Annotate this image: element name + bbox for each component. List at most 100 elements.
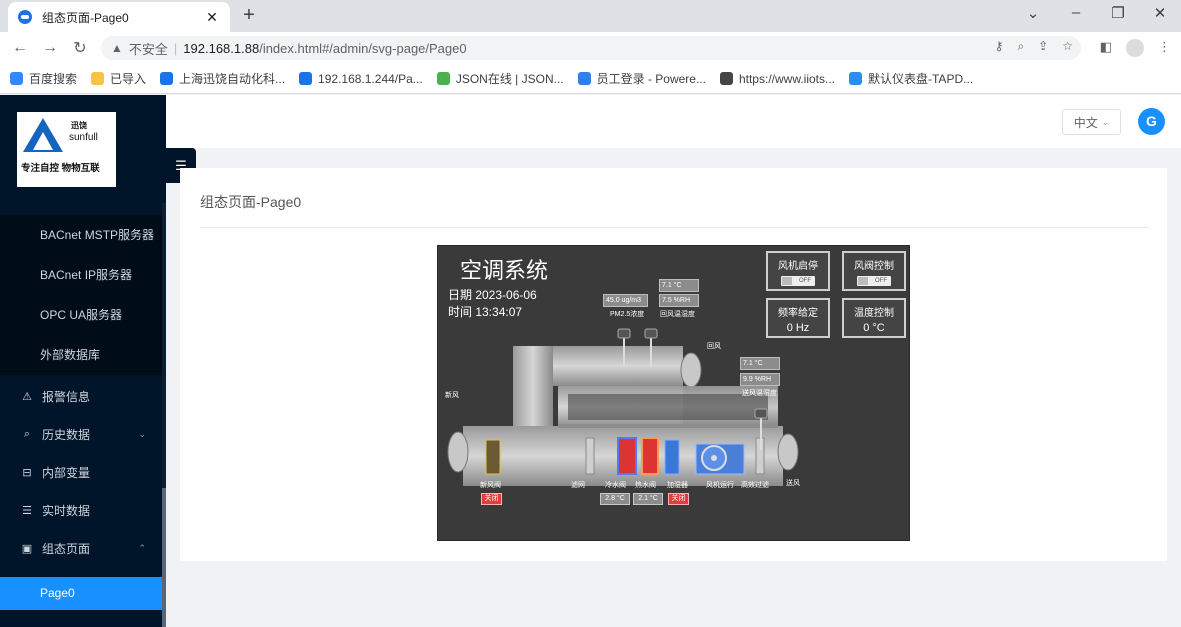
warning-icon: ▲ xyxy=(111,41,123,55)
restore-icon[interactable]: ❐ xyxy=(1108,4,1128,22)
bookmark-favicon-icon xyxy=(299,72,313,85)
bookmark-item[interactable]: 默认仪表盘-TAPD... xyxy=(849,70,973,87)
bookmark-label: 百度搜索 xyxy=(29,72,78,86)
url-host: 192.168.1.88 xyxy=(183,40,260,56)
sidepanel-icon[interactable]: ◧ xyxy=(1100,39,1112,57)
browser-toolbar: ← → ↻ ▲ 不安全 | 192.168.1.88 /index.html#/… xyxy=(0,32,1181,64)
bookmark-favicon-icon xyxy=(436,72,450,85)
bookmark-label: 上海迅饶自动化科... xyxy=(179,72,286,86)
menu-icon[interactable]: ⋮ xyxy=(1158,39,1171,57)
chevron-down-icon: ⌄ xyxy=(1101,116,1110,127)
minimize-icon[interactable]: – xyxy=(1066,4,1086,21)
sidebar: 迅饶 sunfull 专注自控 物物互联 BACnet MSTP服务器 BACn… xyxy=(0,95,166,627)
fan-start-stop-control[interactable]: 风机启停 OFF xyxy=(766,251,830,291)
scada-time: 时间 13:34:07 xyxy=(448,305,523,319)
supply-duct-label: 送风 xyxy=(786,480,800,487)
return-sensor-icon xyxy=(644,328,658,339)
cold-valve-label: 冷水阀 xyxy=(605,482,626,489)
window-close-icon[interactable]: ✕ xyxy=(1150,4,1170,22)
sidebar-item-opc-ua[interactable]: OPC UA服务器 xyxy=(0,295,162,335)
sidebar-item-label: 历史数据 xyxy=(42,427,91,442)
filter-icon xyxy=(585,437,595,475)
hot-valve-label: 热水阀 xyxy=(635,482,656,489)
url-path: /index.html#/admin/svg-page/Page0 xyxy=(259,40,467,56)
return-humidity-readout: 7.5 %RH xyxy=(659,294,699,307)
sidebar-item-realtime[interactable]: ☰ 实时数据 xyxy=(0,491,162,529)
app-header: 中文 ⌄ G xyxy=(166,95,1181,148)
key-icon[interactable]: ⚷ xyxy=(995,39,1004,54)
sidebar-item-label: 实时数据 xyxy=(42,503,91,518)
logo-cn: 迅饶 xyxy=(71,121,87,130)
freq-setpoint-control[interactable]: 频率给定 0 Hz xyxy=(766,298,830,338)
sidebar-scrollbar-thumb[interactable] xyxy=(162,488,166,627)
sidebar-item-label: 内部变量 xyxy=(42,465,91,480)
bookmark-item[interactable]: 百度搜索 xyxy=(10,70,77,87)
damper-toggle[interactable]: OFF xyxy=(857,276,891,286)
bookmark-favicon-icon xyxy=(10,72,23,85)
sidebar-item-internal-vars[interactable]: ⊟ 内部变量 xyxy=(0,453,162,491)
cold-valve-temp: 2.8 °C xyxy=(600,493,630,505)
zoom-icon[interactable]: ⌕ xyxy=(1017,39,1024,54)
back-icon[interactable]: ← xyxy=(5,39,35,57)
return-duct-label: 回风 xyxy=(707,343,721,350)
return-temp-readout: 7.1 °C xyxy=(659,279,699,292)
hot-valve-temp: 2.1 °C xyxy=(633,493,663,505)
fresh-damper-icon xyxy=(485,439,501,475)
freq-value: 0 Hz xyxy=(786,322,810,334)
sidebar-item-page0[interactable]: Page0 xyxy=(0,577,162,610)
sidebar-item-bacnet-ip[interactable]: BACnet IP服务器 xyxy=(0,255,162,295)
sidebar-item-external-db[interactable]: 外部数据库 xyxy=(0,335,162,375)
pm25-readout: 45.0 ug/m3 xyxy=(603,294,648,307)
sidebar-item-history[interactable]: ⌕ 历史数据 ⌄ xyxy=(0,415,162,453)
sidebar-item-svg-pages[interactable]: ▣ 组态页面 ⌃ xyxy=(0,529,162,567)
humidifier-label: 加湿器 xyxy=(667,482,688,489)
bookmark-item[interactable]: 上海迅饶自动化科... xyxy=(160,70,285,87)
tab-close-icon[interactable]: ✕ xyxy=(204,9,220,26)
user-avatar-button[interactable]: G xyxy=(1138,108,1165,135)
language-select[interactable]: 中文 ⌄ xyxy=(1062,109,1121,135)
damper-control[interactable]: 风阀控制 OFF xyxy=(842,251,906,291)
bookmark-favicon-icon xyxy=(160,72,174,85)
toolbar-right: ◧ ⋮ xyxy=(1100,39,1171,57)
supply-sensor-icon xyxy=(754,408,768,419)
bookmark-label: 默认仪表盘-TAPD... xyxy=(868,72,974,86)
tab-search-icon[interactable]: ⌄ xyxy=(1023,4,1043,22)
bookmarks-bar: 百度搜索 已导入 上海迅饶自动化科... 192.168.1.244/Pa... JSO… xyxy=(0,64,1181,94)
temp-control[interactable]: 温度控制 0 °C xyxy=(842,298,906,338)
bookmark-item[interactable]: 192.168.1.244/Pa... xyxy=(299,72,423,86)
filter-label: 滤网 xyxy=(571,482,585,489)
share-icon[interactable]: ⇪ xyxy=(1038,39,1048,54)
sidebar-item-alarms[interactable]: ⚠ 报警信息 xyxy=(0,377,162,415)
bookmark-label: 已导入 xyxy=(110,72,147,86)
cold-coil-icon xyxy=(617,437,637,475)
box-icon: ⊟ xyxy=(22,466,32,479)
new-tab-button[interactable]: + xyxy=(238,4,260,27)
star-icon[interactable]: ☆ xyxy=(1062,39,1073,54)
fresh-damper-label: 新风阀 xyxy=(480,482,501,489)
submenu: BACnet MSTP服务器 BACnet IP服务器 OPC UA服务器 外部… xyxy=(0,215,162,375)
sidebar-item-bacnet-mstp[interactable]: BACnet MSTP服务器 xyxy=(0,215,162,255)
bookmark-item[interactable]: https://www.iiots... xyxy=(719,72,835,86)
main-menu: ⚠ 报警信息 ⌕ 历史数据 ⌄ ⊟ 内部变量 ☰ 实时数据 ▣ 组态页面 ⌃ xyxy=(0,377,162,567)
tab-title: 组态页面-Page0 xyxy=(42,10,129,25)
hepa-label: 高效过滤 xyxy=(741,482,769,489)
language-value: 中文 xyxy=(1073,115,1098,130)
bookmark-label: JSON在线 | JSON... xyxy=(455,72,564,86)
forward-icon[interactable]: → xyxy=(35,39,65,57)
bookmark-item[interactable]: 员工登录 - Powere... xyxy=(577,70,706,87)
browser-tab-strip: 组态页面-Page0 ✕ + ⌄ – ❐ ✕ xyxy=(0,0,1181,32)
site-favicon-icon xyxy=(18,10,32,24)
address-bar[interactable]: ▲ 不安全 | 192.168.1.88 /index.html#/admin/… xyxy=(101,36,1081,60)
list-icon: ☰ xyxy=(22,504,32,517)
bookmark-item[interactable]: 已导入 xyxy=(91,70,146,87)
fan-run-label: 风机运行 xyxy=(706,482,734,489)
bookmark-item[interactable]: JSON在线 | JSON... xyxy=(436,70,564,87)
reload-icon[interactable]: ↻ xyxy=(65,38,95,58)
profile-icon[interactable] xyxy=(1126,39,1144,57)
browser-tab[interactable]: 组态页面-Page0 ✕ xyxy=(8,2,230,32)
image-icon: ▣ xyxy=(21,542,33,555)
fan-toggle[interactable]: OFF xyxy=(781,276,815,286)
search-icon: ⌕ xyxy=(23,427,31,440)
fresh-air-label: 新风 xyxy=(445,392,459,399)
divider xyxy=(200,227,1148,228)
